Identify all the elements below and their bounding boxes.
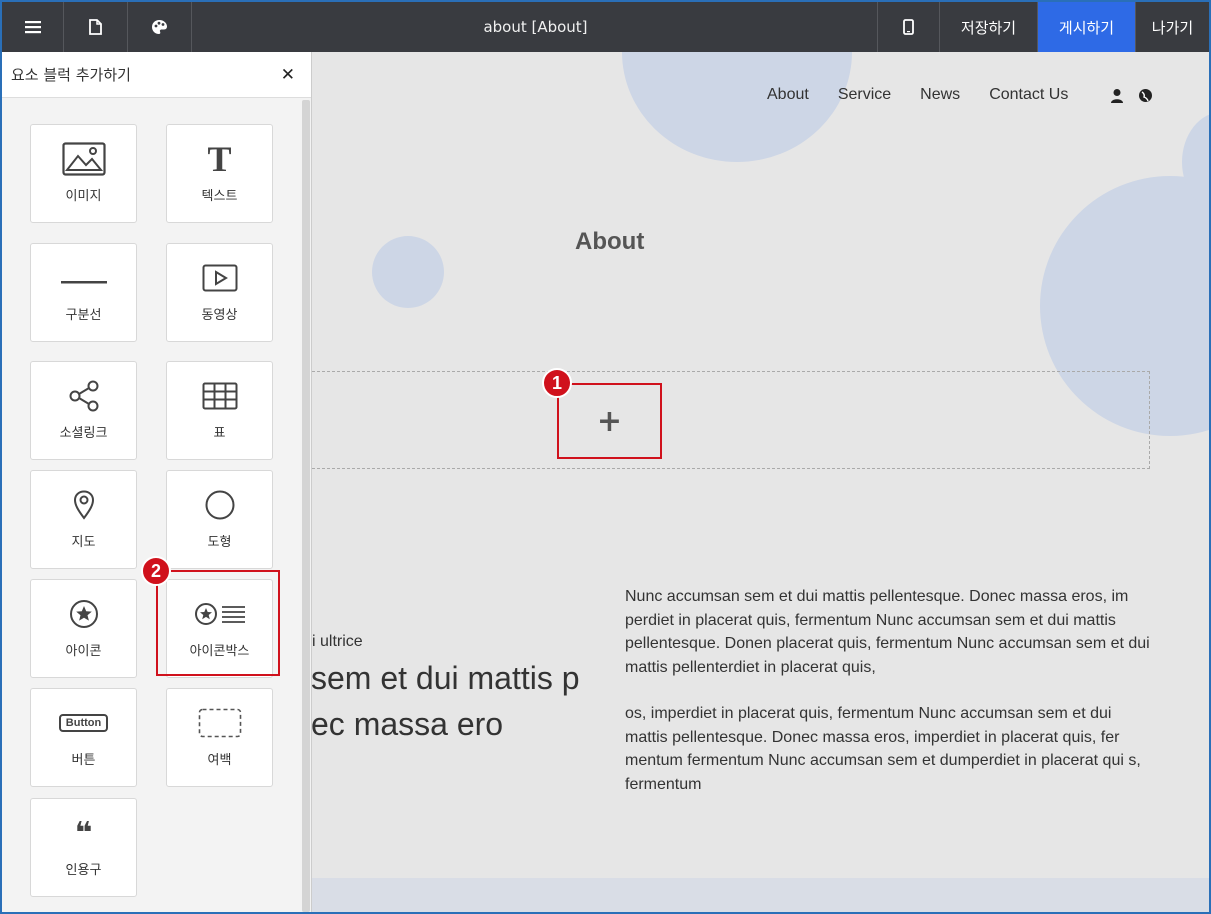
nav-icons: [1110, 88, 1153, 104]
tile-label: 소셜링크: [59, 426, 108, 441]
video-icon: [202, 264, 237, 292]
tile-map[interactable]: 지도: [30, 470, 137, 569]
page-heading: About: [575, 228, 645, 255]
menu-button[interactable]: [2, 2, 64, 52]
tile-social-link[interactable]: 소셜링크: [30, 361, 137, 460]
tile-shape[interactable]: 도형: [166, 470, 273, 569]
preview-body-text: Nunc accumsan sem et dui mattis pellente…: [625, 585, 1155, 819]
tile-video[interactable]: 동영상: [166, 243, 273, 342]
image-icon: [61, 142, 106, 176]
star-circle-icon: [69, 600, 98, 628]
page-button[interactable]: [64, 2, 128, 52]
table-icon: [202, 382, 237, 410]
share-icon: [69, 380, 98, 412]
mobile-preview-button[interactable]: [877, 2, 939, 52]
footer-band: [312, 878, 1209, 912]
divider-icon: [60, 281, 107, 284]
nav-news[interactable]: News: [920, 86, 960, 104]
button-icon-text: Button: [65, 717, 102, 729]
block-dropzone[interactable]: [307, 371, 1150, 469]
map-pin-icon: [73, 490, 94, 520]
tile-text[interactable]: T 텍스트: [166, 124, 273, 223]
tile-table[interactable]: 표: [166, 361, 273, 460]
hamburger-icon: [24, 21, 41, 34]
panel-header: 요소 블럭 추가하기 ✕: [2, 52, 311, 98]
tile-button[interactable]: Button 버튼: [30, 688, 137, 787]
button-icon: Button: [58, 714, 109, 732]
nav-about[interactable]: About: [767, 86, 809, 104]
tile-label: 아이콘: [65, 644, 102, 659]
site-nav: About Service News Contact Us: [767, 86, 1097, 104]
document-icon: [89, 19, 102, 35]
spacer-icon: [198, 708, 241, 738]
panel-title: 요소 블럭 추가하기: [11, 66, 131, 84]
preview-large-text-2: ec massa ero: [311, 706, 504, 742]
circle-shape-icon: [205, 490, 234, 520]
plus-icon: +: [596, 403, 623, 439]
editor-window: About Service News Contact Us About + 1 …: [2, 2, 1209, 912]
text-icon: T: [207, 139, 232, 179]
add-block-button[interactable]: +: [557, 383, 662, 459]
callout-badge-1: 1: [542, 368, 572, 398]
preview-large-text-1: sem et dui mattis p: [311, 660, 580, 696]
tile-spacer[interactable]: 여백: [166, 688, 273, 787]
tile-label: 동영상: [201, 308, 238, 323]
publish-button[interactable]: 게시하기: [1037, 2, 1135, 52]
tile-icon[interactable]: 아이콘: [30, 579, 137, 678]
exit-button[interactable]: 나가기: [1135, 2, 1209, 52]
tile-quote[interactable]: ❝ 인용구: [30, 798, 137, 897]
tile-divider[interactable]: 구분선: [30, 243, 137, 342]
add-element-panel: 요소 블럭 추가하기 ✕ 이미지 T 텍스트 구분선 동영상 소셜링크 표 지도…: [2, 52, 312, 912]
nav-contact[interactable]: Contact Us: [989, 86, 1068, 104]
preview-small-text: i ultrice: [312, 633, 363, 650]
editor-toolbar: about [About] 저장하기 게시하기 나가기: [2, 2, 1209, 52]
iconbox-highlight: [156, 570, 280, 676]
nav-service[interactable]: Service: [838, 86, 891, 104]
save-button[interactable]: 저장하기: [939, 2, 1037, 52]
mobile-icon: [903, 19, 914, 35]
tile-label: 인용구: [65, 863, 102, 878]
paragraph-2: os, imperdiet in placerat quis, fermentu…: [625, 705, 1141, 793]
tile-image[interactable]: 이미지: [30, 124, 137, 223]
user-icon[interactable]: [1110, 88, 1124, 104]
tile-label: 구분선: [65, 308, 102, 323]
palette-icon: [152, 20, 167, 34]
tile-label: 지도: [71, 535, 96, 550]
globe-icon[interactable]: [1138, 88, 1153, 103]
tile-label: 표: [213, 426, 226, 441]
callout-badge-2: 2: [141, 556, 171, 586]
decor-circle-small: [372, 236, 444, 308]
tile-label: 이미지: [65, 189, 102, 204]
theme-button[interactable]: [128, 2, 192, 52]
page-title: about [About]: [483, 18, 588, 36]
panel-scrollbar[interactable]: [302, 100, 310, 912]
tile-label: 버튼: [71, 753, 96, 768]
tile-label: 텍스트: [201, 189, 238, 204]
quote-icon: ❝: [74, 815, 93, 851]
tile-label: 여백: [207, 753, 232, 768]
tile-label: 도형: [207, 535, 232, 550]
paragraph-1: Nunc accumsan sem et dui mattis pellente…: [625, 588, 1150, 676]
close-icon[interactable]: ✕: [281, 65, 295, 85]
